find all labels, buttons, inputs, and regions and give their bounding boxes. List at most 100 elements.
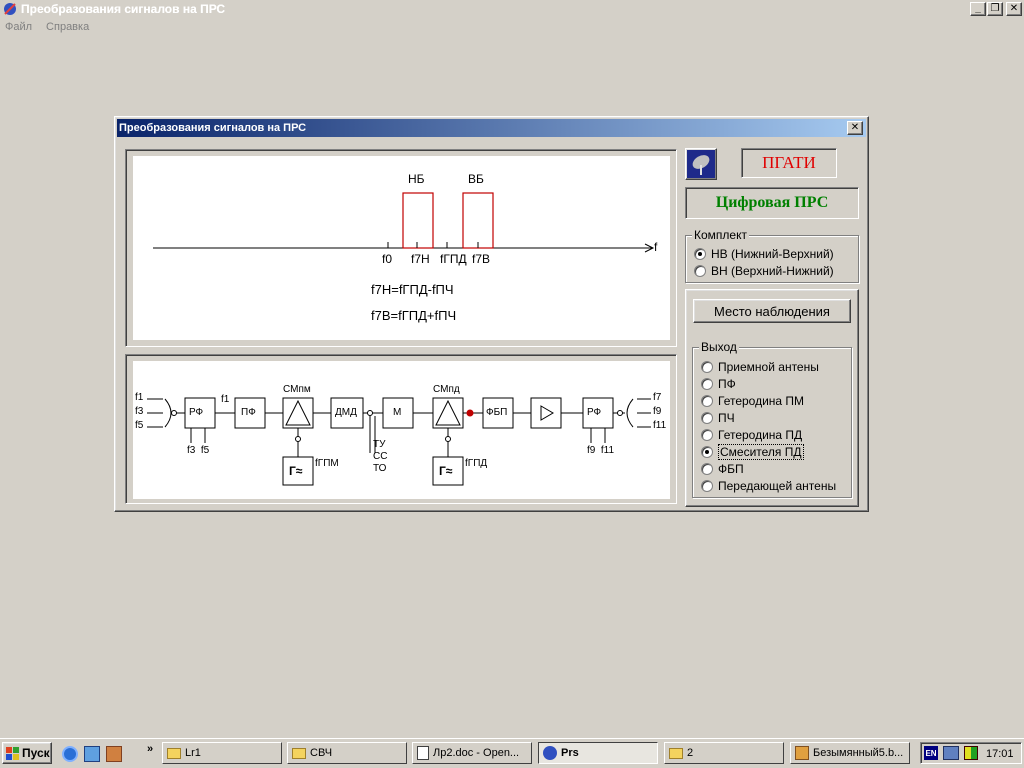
document-icon: [417, 746, 429, 760]
menu-file[interactable]: Файл: [5, 21, 32, 33]
clock: 17:01: [986, 748, 1014, 760]
output-legend: Выход: [699, 340, 739, 354]
taskbar-button-svch[interactable]: СВЧ: [287, 742, 407, 764]
folder-icon: [167, 747, 181, 759]
after-rf-label: f1: [221, 394, 230, 405]
block-mixer-pm: [282, 397, 314, 429]
input-label-2: f3: [135, 406, 144, 417]
app-close-button[interactable]: ✕: [1006, 2, 1022, 16]
komplekt-legend: Комплект: [692, 228, 749, 242]
dialog-close-button[interactable]: ✕: [847, 121, 863, 135]
komplekt-option-vn-label: ВН (Верхний-Нижний): [711, 264, 834, 278]
tick-f0-label: f0: [382, 252, 393, 266]
start-button[interactable]: Пуск: [2, 742, 52, 764]
output-option-label: Смесителя ПД: [718, 444, 804, 460]
quicklaunch-ie-icon[interactable]: [62, 746, 78, 762]
output-option-rx-antenna[interactable]: Приемной антены: [701, 359, 819, 375]
taskbar-button-label: СВЧ: [310, 747, 333, 759]
tray-app-icon[interactable]: [964, 746, 978, 760]
dialog-titlebar: Преобразования сигналов на ПРС: [117, 119, 866, 137]
band-vb-rect: [462, 192, 494, 249]
radio-icon[interactable]: [701, 378, 713, 390]
komplekt-option-vn[interactable]: ВН (Верхний-Нижний): [694, 263, 834, 279]
block-modulator-label: М: [393, 407, 402, 418]
control-label-to: ТО: [373, 463, 387, 474]
komplekt-group: Комплект НВ (Нижний-Верхний) ВН (Верхний…: [685, 228, 859, 283]
tick-fgpd-label: fГПД: [440, 252, 467, 266]
spectrum-panel: НБ ВБ f f0 f7Н fГПД f7В f7Н=fГПД-fПЧ f7В…: [125, 149, 677, 347]
output-option-lo-pd[interactable]: Гетеродина ПД: [701, 427, 802, 443]
output-option-label: Приемной антены: [718, 360, 819, 374]
radio-icon[interactable]: [701, 480, 713, 492]
komplekt-option-nv[interactable]: НВ (Нижний-Верхний): [694, 246, 834, 262]
tx-antenna: [626, 398, 634, 428]
quicklaunch-more-icon[interactable]: »: [147, 743, 153, 755]
output-option-fbp[interactable]: ФБП: [701, 461, 744, 477]
generator-2-label: Г≈: [439, 464, 453, 478]
app-minimize-button[interactable]: _: [970, 2, 986, 16]
output-option-label: Гетеродина ПМ: [718, 394, 805, 408]
control-label-ss: СС: [373, 451, 388, 462]
output-option-label: ПФ: [718, 377, 736, 391]
gen1-freq-label: fГПМ: [315, 458, 339, 469]
output-option-if[interactable]: ПЧ: [701, 410, 735, 426]
taskbar-button-doc[interactable]: Лр2.doc - Open...: [412, 742, 532, 764]
output-label-3: f11: [653, 420, 667, 431]
formula-f7v: f7В=fГПД+fПЧ: [371, 308, 457, 323]
prs-type-label: Цифровая ПРС: [715, 194, 829, 211]
prs-type-box: Цифровая ПРС: [685, 187, 859, 219]
logo-icon: [685, 148, 717, 180]
radio-icon[interactable]: [694, 265, 706, 277]
band-vb-label: ВБ: [468, 172, 484, 186]
block-mixer-pd: [432, 397, 464, 429]
block-mixer-pm-label: СМпм: [283, 384, 311, 395]
radio-icon[interactable]: [701, 463, 713, 475]
taskbar-button-label: Prs: [561, 747, 579, 759]
rf2-inputs-label: f9 f11: [587, 445, 615, 456]
radio-icon[interactable]: [701, 412, 713, 424]
menu-help[interactable]: Справка: [46, 21, 89, 33]
tick-f7v-label: f7В: [472, 252, 491, 266]
block-fbp-label: ФБП: [486, 407, 508, 418]
generator-1-label: Г≈: [289, 464, 303, 478]
quicklaunch-app-icon[interactable]: [106, 746, 122, 762]
formula-f7n: f7Н=fГПД-fПЧ: [371, 282, 454, 297]
spectrum-canvas: НБ ВБ f f0 f7Н fГПД f7В f7Н=fГПД-fПЧ f7В…: [133, 156, 670, 340]
output-option-mixer-pd[interactable]: Смесителя ПД: [701, 444, 804, 460]
band-nb-rect: [402, 192, 434, 249]
radio-icon[interactable]: [701, 429, 713, 441]
folder-icon: [669, 747, 683, 759]
rx-test-point: [171, 410, 177, 416]
institution-label-box: ПГАТИ: [741, 148, 837, 178]
block-diagram-panel: f1 f3 f5 РФ f1 f3 f5 ПФ СМпм Г≈ fГПМ ДМД…: [125, 354, 677, 504]
output-option-label: ПЧ: [718, 411, 735, 425]
taskbar-button-label: 2: [687, 747, 694, 759]
radio-selected-icon[interactable]: [701, 446, 713, 458]
output-option-pf[interactable]: ПФ: [701, 376, 736, 392]
output-option-label: ФБП: [718, 462, 744, 476]
output-option-lo-pm[interactable]: Гетеродина ПМ: [701, 393, 804, 409]
taskbar-button-prs[interactable]: Prs: [538, 742, 658, 764]
output-option-tx-antenna[interactable]: Передающей антены: [701, 478, 836, 494]
language-label: EN: [925, 748, 937, 758]
observe-button[interactable]: Место наблюдения: [693, 299, 851, 323]
paint-icon: [795, 746, 809, 760]
app-restore-button[interactable]: ❐: [987, 2, 1003, 16]
quicklaunch-desktop-icon[interactable]: [84, 746, 100, 762]
network-icon[interactable]: [943, 746, 959, 760]
taskbar-button-2[interactable]: 2: [664, 742, 784, 764]
language-indicator[interactable]: EN: [924, 746, 938, 760]
app-icon: [2, 1, 18, 17]
app-icon: [543, 746, 557, 760]
band-nb-label: НБ: [408, 172, 425, 186]
radio-selected-icon[interactable]: [694, 248, 706, 260]
folder-icon: [292, 747, 306, 759]
radio-icon[interactable]: [701, 395, 713, 407]
observe-panel: Место наблюдения Выход Приемной антены П…: [685, 289, 859, 507]
taskbar-button-label: Безымянный5.b...: [813, 747, 904, 759]
radio-icon[interactable]: [701, 361, 713, 373]
active-test-point: [466, 409, 474, 417]
komplekt-option-nv-label: НВ (Нижний-Верхний): [711, 247, 834, 261]
taskbar-button-paint[interactable]: Безымянный5.b...: [790, 742, 910, 764]
taskbar-button-lr1[interactable]: Lr1: [162, 742, 282, 764]
